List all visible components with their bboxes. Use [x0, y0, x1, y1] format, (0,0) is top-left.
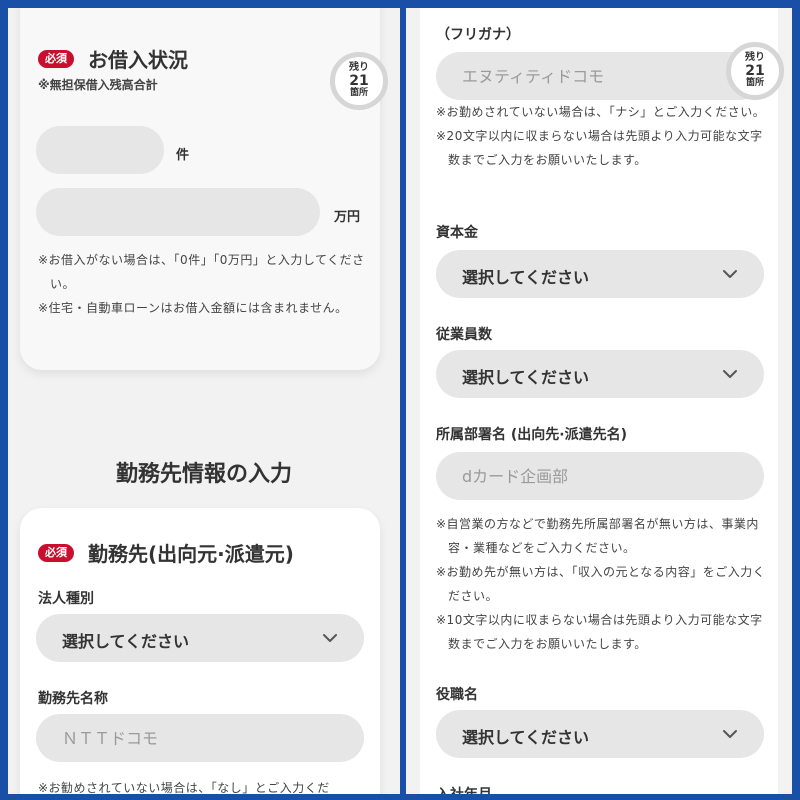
employees-select[interactable]: 選択してください [436, 350, 764, 398]
capital-label: 資本金 [436, 225, 478, 241]
remaining-counter: 残り 21 箇所 [330, 52, 388, 110]
employer-name-input[interactable] [36, 714, 364, 762]
capital-select[interactable]: 選択してください [436, 250, 764, 298]
chevron-down-icon [323, 634, 337, 642]
employees-label: 従業員数 [436, 327, 492, 343]
employer-card: 必須 勤務先(出向元·派遣元) 法人種別 選択してください 勤務先名称 ※お勧め… [20, 508, 380, 794]
borrowing-title: お借入状況 [88, 48, 188, 72]
position-label: 役職名 [436, 687, 478, 703]
section-title: 勤務先情報の入力 [115, 462, 292, 487]
chevron-down-icon [723, 270, 737, 278]
chevron-down-icon [723, 730, 737, 738]
employer-name-label: 勤務先名称 [38, 691, 108, 707]
left-pane: 必須 お借入状況 ※無担保借入残高合計 残り 21 箇所 件 万円 ※お借入がな… [8, 8, 400, 794]
right-pane: （フリガナ） 残り 21 箇所 ※お勤めされていない場合は、「ナシ」とご入力くだ… [406, 8, 792, 794]
loan-amount-input[interactable] [36, 188, 320, 236]
employer-note: ※お勧めされていない場合は、「なし」とご入力くだ [38, 781, 330, 794]
borrowing-notes: ※お借入がない場合は、「0件」「0万円」と入力してください。 ※住宅・自動車ロー… [38, 253, 365, 315]
required-badge: 必須 [38, 50, 74, 68]
employer-title: 勤務先(出向元·派遣元) [88, 542, 294, 566]
furigana-notes: ※お勤めされていない場合は、「ナシ」とご入力ください。 ※20文字以内に収まらな… [436, 105, 766, 167]
remaining-counter: 残り 21 箇所 [726, 42, 784, 100]
furigana-label: （フリガナ） [436, 27, 520, 43]
furigana-input[interactable] [436, 52, 764, 100]
borrowing-card: 必須 お借入状況 ※無担保借入残高合計 残り 21 箇所 件 万円 ※お借入がな… [20, 8, 388, 370]
dept-notes: ※自営業の方などで勤務先所属部署名が無い方は、事業内容・業種などをご入力ください… [436, 517, 766, 651]
position-select[interactable]: 選択してください [436, 710, 764, 758]
unit-amount-label: 万円 [334, 210, 361, 225]
loan-count-input[interactable] [36, 126, 164, 174]
corp-type-label: 法人種別 [38, 591, 94, 607]
corp-type-select[interactable]: 選択してください [36, 614, 364, 662]
borrowing-subtitle: ※無担保借入残高合計 [38, 78, 158, 92]
required-badge: 必須 [38, 544, 74, 562]
join-date-label: 入社年月 [436, 784, 492, 794]
dept-label: 所属部署名 (出向先·派遣先名) [436, 427, 627, 443]
chevron-down-icon [723, 370, 737, 378]
unit-count-label: 件 [176, 148, 190, 163]
dept-input[interactable] [436, 452, 764, 500]
